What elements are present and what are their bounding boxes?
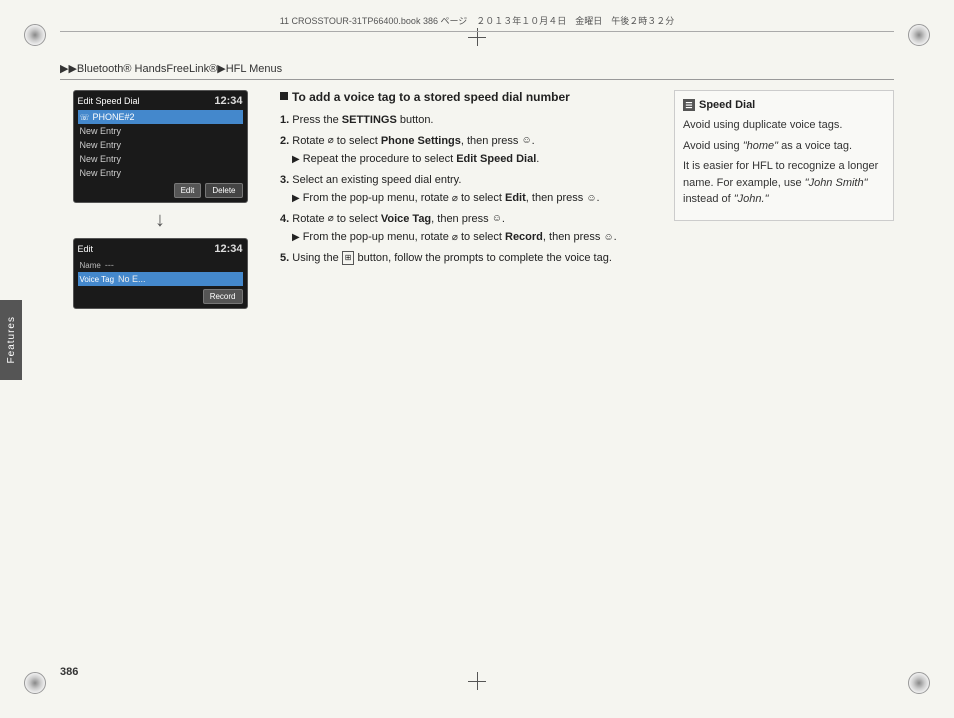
rotate-icon-4a: ⌀ [328, 211, 334, 226]
note-icon: ☰ [683, 99, 695, 111]
step-2-text: Rotate ⌀ to select Phone Settings, then … [292, 135, 534, 147]
screen2-header: Edit 12:34 [78, 243, 243, 255]
features-side-tab: Features [0, 300, 22, 380]
screen2-mockup: Edit 12:34 Name --- Voice Tag No E... Re… [73, 238, 248, 309]
step-2-sub-text: Repeat the procedure to select Edit Spee… [303, 151, 540, 168]
note-box: ☰ Speed Dial Avoid using duplicate voice… [674, 90, 894, 221]
reg-mark-tr [908, 24, 930, 46]
screen2-record-btn: Record [203, 289, 243, 304]
step-4-sub: ▶ From the pop-up menu, rotate ⌀ to sele… [292, 229, 654, 246]
hfl-button-icon: ⊞ [342, 251, 355, 265]
screen2-time: 12:34 [214, 243, 242, 255]
screen1-edit-btn: Edit [174, 183, 202, 198]
screen2-voicetag-value: No E... [118, 274, 146, 284]
screen1-row-label-3: New Entry [80, 154, 122, 164]
page-number-text: 386 [60, 666, 78, 678]
note-column: ☰ Speed Dial Avoid using duplicate voice… [674, 90, 894, 658]
step-5-text: Using the ⊞ button, follow the prompts t… [292, 252, 612, 264]
main-content: Edit Speed Dial 12:34 ☏ PHONE#2 New Entr… [60, 90, 894, 658]
arrow-3: ▶ [292, 191, 300, 206]
crosshair-bc [468, 672, 486, 690]
screen2-name-value: --- [105, 260, 114, 270]
rotate-icon-4b: ⌀ [452, 230, 458, 245]
reg-mark-br [908, 672, 930, 694]
step-2-sub: ▶ Repeat the procedure to select Edit Sp… [292, 151, 654, 168]
screen1-row-3: New Entry [78, 152, 243, 166]
step-1-text: Press the SETTINGS button. [292, 114, 433, 126]
screen1-header: Edit Speed Dial 12:34 [78, 95, 243, 107]
instruction-title: To add a voice tag to a stored speed dia… [280, 90, 654, 104]
step-2-num: 2. [280, 135, 289, 147]
rotate-icon-2: ⌀ [328, 133, 334, 148]
screen1-row-label-0: PHONE#2 [93, 112, 135, 122]
side-tab-label: Features [6, 316, 17, 363]
instructions-column: To add a voice tag to a stored speed dia… [280, 90, 654, 658]
step-1-num: 1. [280, 114, 289, 126]
step-4-text: Rotate ⌀ to select Voice Tag, then press… [292, 213, 505, 225]
step-4: 4. Rotate ⌀ to select Voice Tag, then pr… [280, 211, 654, 246]
screen2-row-0: Name --- [78, 258, 243, 272]
screen2-voicetag-label: Voice Tag [80, 275, 115, 284]
reg-mark-tl [24, 24, 46, 46]
screen1-time: 12:34 [214, 95, 242, 107]
screen1-row-label-1: New Entry [80, 126, 122, 136]
page-number: 386 [60, 666, 78, 678]
screen1-mockup: Edit Speed Dial 12:34 ☏ PHONE#2 New Entr… [73, 90, 248, 203]
note-title: ☰ Speed Dial [683, 99, 885, 111]
screen1-row-0: ☏ PHONE#2 [78, 110, 243, 124]
screen2-name-label: Name [80, 261, 101, 270]
screen1-row-label-4: New Entry [80, 168, 122, 178]
screen1-title: Edit Speed Dial [78, 96, 140, 106]
arrow-4: ▶ [292, 230, 300, 245]
steps-list: 1. Press the SETTINGS button. 2. Rotate … [280, 112, 654, 266]
smiley-icon-4a: ☺ [492, 211, 502, 226]
note-line-1: Avoid using "home" as a voice tag. [683, 138, 885, 155]
screen2-title: Edit [78, 244, 94, 254]
step-2: 2. Rotate ⌀ to select Phone Settings, th… [280, 133, 654, 168]
breadcrumb: ▶▶Bluetooth® HandsFreeLink®▶HFL Menus [60, 62, 894, 80]
screen1-row-4: New Entry [78, 166, 243, 180]
phone-icon-0: ☏ [80, 113, 90, 122]
arrow-2: ▶ [292, 152, 300, 167]
screen1-row-label-2: New Entry [80, 140, 122, 150]
smiley-icon-4b: ☺ [603, 230, 613, 245]
print-info-bar: 11 CROSSTOUR-31TP66400.book 386 ページ ２０１３… [60, 14, 894, 32]
smiley-icon-3: ☺ [586, 191, 596, 206]
step-3-sub: ▶ From the pop-up menu, rotate ⌀ to sele… [292, 190, 654, 207]
step-3-text: Select an existing speed dial entry. [292, 174, 461, 186]
step-5-num: 5. [280, 252, 289, 264]
smiley-icon-2: ☺ [521, 133, 531, 148]
step-5: 5. Using the ⊞ button, follow the prompt… [280, 250, 654, 267]
note-title-text: Speed Dial [699, 99, 755, 111]
down-arrow: ↓ [155, 209, 165, 232]
screen1-row-2: New Entry [78, 138, 243, 152]
reg-mark-bl [24, 672, 46, 694]
rotate-icon-3: ⌀ [452, 191, 458, 206]
breadcrumb-text: ▶▶Bluetooth® HandsFreeLink®▶HFL Menus [60, 63, 282, 75]
instruction-title-text: To add a voice tag to a stored speed dia… [292, 90, 570, 104]
note-line-0: Avoid using duplicate voice tags. [683, 117, 885, 134]
print-info-text: 11 CROSSTOUR-31TP66400.book 386 ページ ２０１３… [280, 16, 675, 26]
step-3-num: 3. [280, 174, 289, 186]
screen2-row-1: Voice Tag No E... [78, 272, 243, 286]
screen1-row-1: New Entry [78, 124, 243, 138]
step-3-sub-text: From the pop-up menu, rotate ⌀ to select… [303, 190, 600, 207]
screen1-delete-btn: Delete [205, 183, 242, 198]
screen-mockups: Edit Speed Dial 12:34 ☏ PHONE#2 New Entr… [60, 90, 260, 658]
step-4-num: 4. [280, 213, 289, 225]
step-3: 3. Select an existing speed dial entry. … [280, 172, 654, 207]
note-line-2: It is easier for HFL to recognize a long… [683, 158, 885, 208]
note-content: Avoid using duplicate voice tags. Avoid … [683, 117, 885, 208]
step-4-sub-text: From the pop-up menu, rotate ⌀ to select… [303, 229, 617, 246]
screen2-buttons: Record [78, 289, 243, 304]
screen1-buttons: Edit Delete [78, 183, 243, 198]
title-bullet [280, 92, 288, 100]
step-1: 1. Press the SETTINGS button. [280, 112, 654, 129]
